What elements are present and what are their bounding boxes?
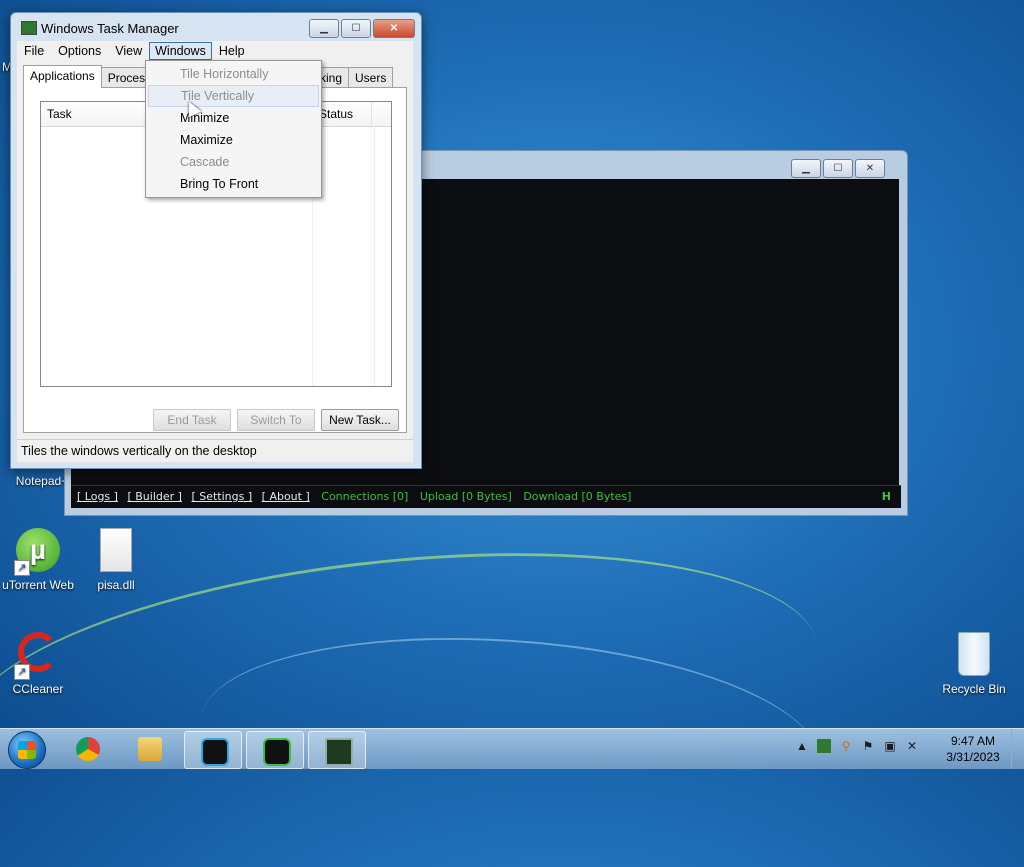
desktop-icon-label: Recycle Bin	[942, 682, 1006, 696]
status-text: Tiles the windows vertically on the desk…	[21, 444, 257, 458]
clock[interactable]: 9:47 AM 3/31/2023	[942, 733, 1004, 765]
desktop-icon-utorrent[interactable]: µ ↗ uTorrent Web	[0, 528, 80, 592]
tab-users[interactable]: Users	[348, 67, 394, 88]
start-button[interactable]	[8, 731, 46, 769]
menu-item-bring-to-front[interactable]: Bring To Front	[146, 173, 321, 195]
dark-client-area	[421, 179, 899, 485]
desktop-icon-label: Notepad+	[15, 474, 69, 488]
show-desktop-button[interactable]	[1011, 729, 1024, 769]
chrome-icon	[76, 737, 100, 761]
task-manager-icon	[21, 21, 37, 35]
window-controls: ▁ ☐ ✕	[309, 19, 415, 38]
action-center-icon[interactable]: ⚑	[861, 739, 875, 753]
minimize-button[interactable]: ▁	[791, 159, 821, 178]
menu-options[interactable]: Options	[51, 42, 108, 60]
menu-windows[interactable]: Windows	[149, 42, 212, 60]
tab-applications[interactable]: Applications	[23, 65, 102, 88]
menu-item-tile-horizontally[interactable]: Tile Horizontally	[146, 63, 321, 85]
rat-status-bar: [ Logs ] [ Builder ] [ Settings ] [ Abou…	[71, 485, 901, 508]
nj-icon	[263, 738, 291, 766]
menu-view[interactable]: View	[108, 42, 149, 60]
file-icon	[92, 528, 140, 576]
taskbar-nj-1[interactable]	[184, 731, 242, 769]
close-button[interactable]: ✕	[373, 19, 415, 38]
about-link[interactable]: [ About ]	[262, 490, 310, 503]
recycle-bin-icon	[950, 632, 998, 680]
menu-bar: File Options View Windows Help	[17, 41, 413, 61]
taskbar-explorer[interactable]	[122, 731, 178, 767]
tab-strip: king Users	[313, 67, 394, 88]
clock-time: 9:47 AM	[950, 734, 996, 748]
builder-link[interactable]: [ Builder ]	[127, 490, 181, 503]
desktop-icon-recycle-bin[interactable]: Recycle Bin	[932, 632, 1016, 696]
clock-date: 3/31/2023	[946, 750, 1000, 764]
window-controls: ▁ ☐ ✕	[791, 159, 885, 178]
tray-app-icon[interactable]	[817, 739, 831, 753]
windows-menu-dropdown: Tile Horizontally Tile Vertically Minimi…	[145, 60, 322, 198]
explorer-icon	[138, 737, 162, 761]
taskbar: ▲ ⚲ ⚑ ▣ ✕ 9:47 AM 3/31/2023	[0, 728, 1024, 769]
desktop-icon-pisa-dll[interactable]: pisa.dll	[74, 528, 158, 592]
maximize-button[interactable]: ☐	[823, 159, 853, 178]
hotkey-label: H	[881, 490, 891, 503]
connections-status: Connections [0]	[321, 490, 409, 503]
windows-logo-icon	[18, 741, 36, 759]
maximize-button[interactable]: ☐	[341, 19, 371, 38]
taskbar-chrome[interactable]	[60, 731, 116, 767]
menu-item-maximize[interactable]: Maximize	[146, 129, 321, 151]
desktop-icon-ccleaner[interactable]: ↗ CCleaner	[0, 632, 80, 696]
new-task-button[interactable]: New Task...	[321, 409, 399, 431]
task-manager-icon	[325, 738, 353, 766]
desktop-icon-label: CCleaner	[12, 682, 64, 696]
column-divider	[374, 126, 375, 386]
volume-muted-icon[interactable]: ✕	[905, 739, 919, 753]
search-icon[interactable]: ⚲	[839, 739, 853, 753]
logs-link[interactable]: [ Logs ]	[77, 490, 118, 503]
desktop-icon-label: pisa.dll	[97, 578, 135, 592]
download-status: Download [0 Bytes]	[523, 490, 632, 503]
menu-file[interactable]: File	[17, 42, 51, 60]
desktop-icon-label: uTorrent Web	[2, 578, 74, 592]
system-tray: ▲ ⚲ ⚑ ▣ ✕	[795, 739, 919, 753]
window-title: Windows Task Manager	[41, 21, 179, 36]
status-bar: Tiles the windows vertically on the desk…	[17, 439, 413, 462]
title-bar[interactable]: Windows Task Manager ▁ ☐ ✕	[11, 13, 421, 43]
show-hidden-icons-icon[interactable]: ▲	[795, 739, 809, 753]
settings-link[interactable]: [ Settings ]	[191, 490, 252, 503]
menu-item-cascade[interactable]: Cascade	[146, 151, 321, 173]
switch-to-button[interactable]: Switch To	[237, 409, 315, 431]
menu-item-tile-vertically[interactable]: Tile Vertically	[148, 85, 319, 107]
menu-item-minimize[interactable]: Minimize	[146, 107, 321, 129]
network-icon[interactable]: ▣	[883, 739, 897, 753]
shortcut-arrow-icon: ↗	[14, 664, 30, 680]
end-task-button[interactable]: End Task	[153, 409, 231, 431]
taskbar-nj-2[interactable]	[246, 731, 304, 769]
upload-status: Upload [0 Bytes]	[419, 490, 512, 503]
ccleaner-icon: ↗	[14, 632, 62, 680]
menu-help[interactable]: Help	[212, 42, 252, 60]
taskbar-task-manager[interactable]	[308, 731, 366, 769]
minimize-button[interactable]: ▁	[309, 19, 339, 38]
nj-icon	[201, 738, 229, 766]
utorrent-icon: µ ↗	[14, 528, 62, 576]
shortcut-arrow-icon: ↗	[14, 560, 30, 576]
close-button[interactable]: ✕	[855, 159, 885, 178]
